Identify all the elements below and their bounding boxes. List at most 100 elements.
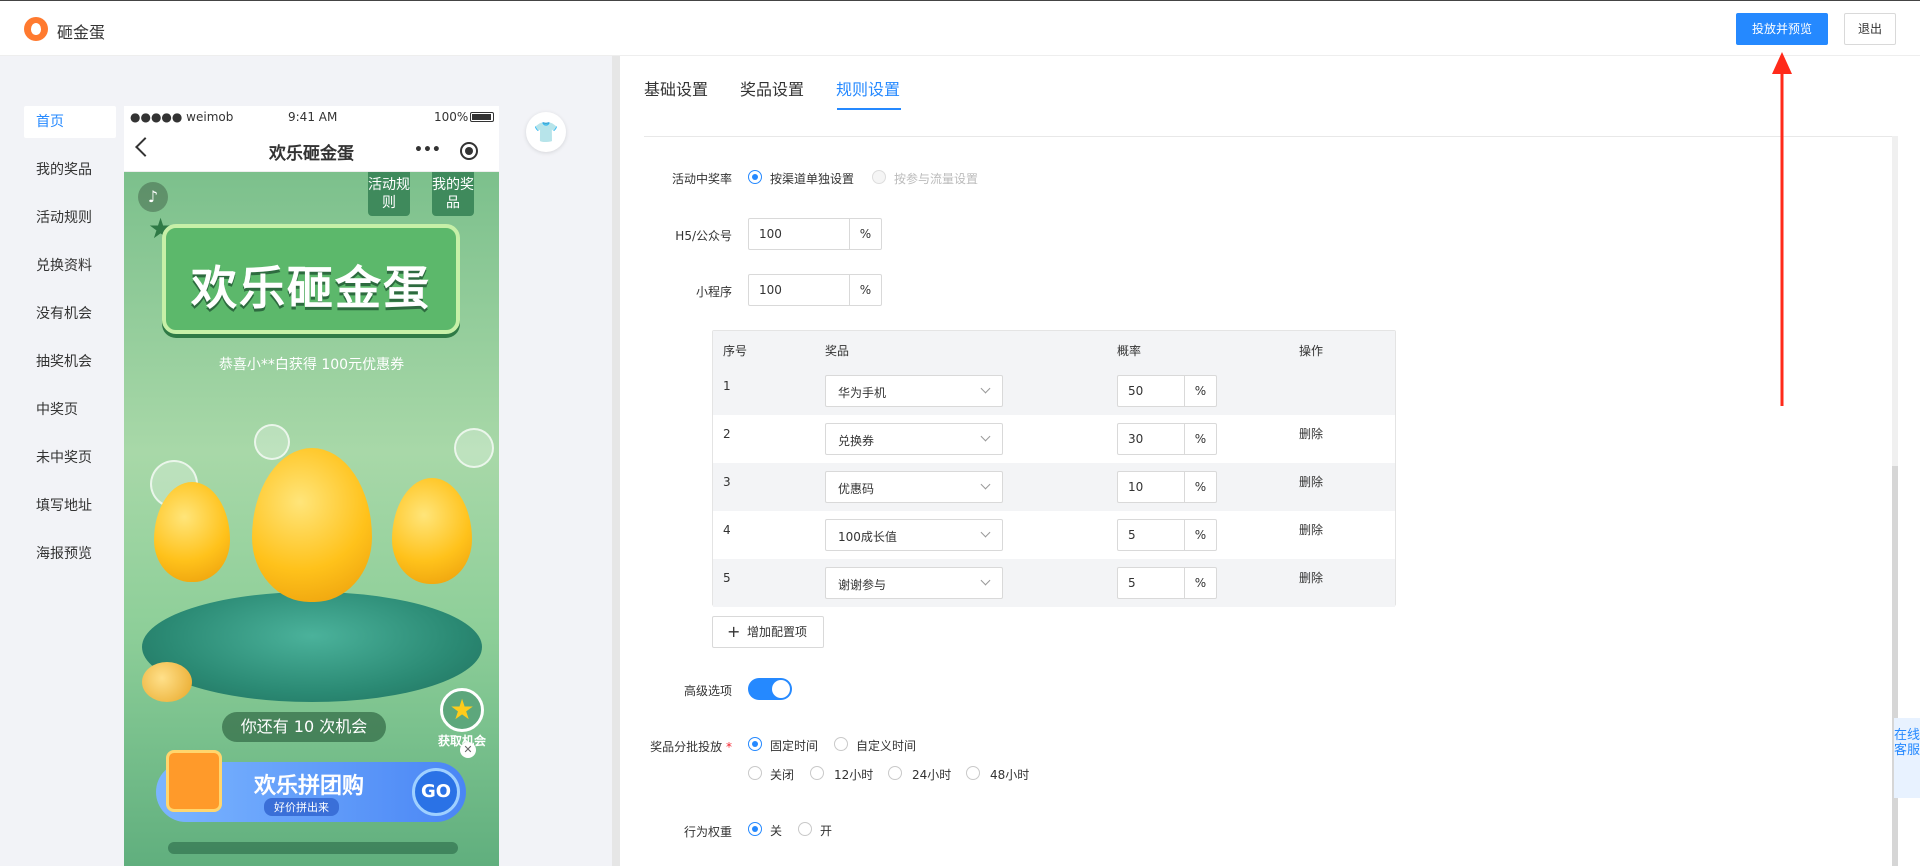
nav-item-draw-chance[interactable]: 抽奖机会 bbox=[24, 346, 116, 394]
prize-select[interactable]: 兑换券 bbox=[825, 423, 1003, 455]
battery-text: 100% bbox=[434, 110, 469, 124]
panel-scrollbar-thumb[interactable] bbox=[1892, 466, 1898, 866]
nav-item-rules[interactable]: 活动规则 bbox=[24, 202, 116, 250]
delete-link[interactable]: 删除 bbox=[1299, 425, 1323, 442]
advanced-options-toggle[interactable] bbox=[748, 678, 792, 700]
probability-input[interactable] bbox=[1118, 424, 1184, 454]
prize-select[interactable]: 100成长值 bbox=[825, 519, 1003, 551]
theme-shirt-icon[interactable]: 👕 bbox=[526, 112, 566, 152]
winner-marquee: 恭喜小**白获得 100元优惠券 bbox=[218, 357, 405, 373]
h5-rate-input[interactable] bbox=[749, 219, 849, 249]
probability-input[interactable] bbox=[1118, 472, 1184, 502]
batch-custom-time-label[interactable]: 自定义时间 bbox=[856, 737, 916, 754]
win-rate-by-channel-radio[interactable] bbox=[748, 170, 762, 184]
battery-icon bbox=[470, 112, 494, 122]
nav-item-my-prizes[interactable]: 我的奖品 bbox=[24, 154, 116, 202]
coin-bubble-icon bbox=[254, 424, 290, 460]
nav-item-redeem-info[interactable]: 兑换资料 bbox=[24, 250, 116, 298]
music-icon[interactable]: ♪ bbox=[138, 182, 168, 212]
my-prizes-tag-button[interactable]: 我的奖品 bbox=[432, 172, 474, 216]
prize-select[interactable]: 谢谢参与 bbox=[825, 567, 1003, 599]
nav-item-win-page[interactable]: 中奖页 bbox=[24, 394, 116, 442]
probability-unit: % bbox=[1184, 424, 1216, 454]
interval-48h-radio[interactable] bbox=[966, 766, 980, 780]
add-config-item-button[interactable]: + 增加配置项 bbox=[712, 616, 824, 648]
weight-off-label[interactable]: 关 bbox=[770, 822, 782, 839]
phone-nav-bar: 欢乐砸金蛋 ••• bbox=[124, 128, 499, 172]
probability-unit: % bbox=[1184, 376, 1216, 406]
win-rate-by-channel-label[interactable]: 按渠道单独设置 bbox=[770, 170, 854, 187]
required-mark: * bbox=[726, 740, 732, 754]
weight-off-radio[interactable] bbox=[748, 822, 762, 836]
banner-title: 欢乐砸金蛋 bbox=[191, 261, 431, 315]
get-chances-button[interactable]: ★ 获取机会 bbox=[432, 688, 492, 749]
tab-rule-settings[interactable]: 规则设置 bbox=[836, 76, 900, 100]
probability-field: % bbox=[1117, 375, 1217, 407]
delete-link[interactable]: 删除 bbox=[1299, 521, 1323, 538]
nav-item-home[interactable]: 首页 bbox=[24, 106, 116, 138]
batch-fixed-time-radio[interactable] bbox=[748, 737, 762, 751]
golden-egg-center[interactable] bbox=[252, 448, 372, 602]
nav-item-address[interactable]: 填写地址 bbox=[24, 490, 116, 538]
interval-48h-label[interactable]: 48小时 bbox=[990, 766, 1029, 783]
nav-item-no-chance[interactable]: 没有机会 bbox=[24, 298, 116, 346]
probability-input[interactable] bbox=[1118, 376, 1184, 406]
chevron-down-icon bbox=[980, 383, 991, 394]
rules-tag-button[interactable]: 活动规则 bbox=[368, 172, 410, 216]
online-service-tab[interactable]: 在线客服 bbox=[1894, 718, 1920, 798]
weight-on-radio[interactable] bbox=[798, 822, 812, 836]
column-header-prize: 奖品 bbox=[825, 344, 850, 358]
row-number: 5 bbox=[723, 571, 731, 585]
batch-fixed-time-label[interactable]: 固定时间 bbox=[770, 737, 818, 754]
nav-item-lose-page[interactable]: 未中奖页 bbox=[24, 442, 116, 490]
settings-panel: 基础设置 奖品设置 规则设置 活动中奖率 按渠道单独设置 按参与流量设置 H5/… bbox=[620, 56, 1920, 866]
prize-select[interactable]: 优惠码 bbox=[825, 471, 1003, 503]
probability-unit: % bbox=[1184, 472, 1216, 502]
interval-off-label[interactable]: 关闭 bbox=[770, 766, 794, 783]
h5-rate-unit: % bbox=[849, 219, 881, 249]
exit-button[interactable]: 退出 bbox=[1844, 13, 1896, 45]
publish-preview-button[interactable]: 投放并预览 bbox=[1736, 13, 1828, 45]
nav-item-poster-preview[interactable]: 海报预览 bbox=[24, 538, 116, 586]
interval-24h-radio[interactable] bbox=[888, 766, 902, 780]
app-title: 砸金蛋 bbox=[57, 23, 106, 42]
tabs-divider bbox=[644, 136, 1896, 137]
table-row: 5 谢谢参与 % 删除 bbox=[713, 559, 1395, 607]
probability-input[interactable] bbox=[1118, 520, 1184, 550]
table-header: 序号 奖品 概率 操作 bbox=[713, 331, 1395, 367]
active-tab-indicator bbox=[837, 108, 901, 110]
probability-unit: % bbox=[1184, 520, 1216, 550]
remaining-chances: 你还有 10 次机会 bbox=[222, 712, 386, 742]
prize-select[interactable]: 华为手机 bbox=[825, 375, 1003, 407]
weight-on-label[interactable]: 开 bbox=[820, 822, 832, 839]
h5-rate-field: % bbox=[748, 218, 882, 250]
interval-24h-label[interactable]: 24小时 bbox=[912, 766, 951, 783]
mini-program-rate-input[interactable] bbox=[749, 275, 849, 305]
interval-off-radio[interactable] bbox=[748, 766, 762, 780]
chevron-down-icon bbox=[980, 527, 991, 538]
promo-close-icon[interactable]: ✕ bbox=[460, 742, 476, 758]
row-number: 1 bbox=[723, 379, 731, 393]
add-config-item-label: 增加配置项 bbox=[747, 625, 808, 639]
batch-custom-time-radio[interactable] bbox=[834, 737, 848, 751]
mini-program-capsule: ••• bbox=[404, 136, 492, 166]
promo-go-button[interactable]: GO bbox=[412, 768, 460, 816]
close-target-icon[interactable] bbox=[460, 142, 478, 160]
interval-12h-radio[interactable] bbox=[810, 766, 824, 780]
golden-egg-left[interactable] bbox=[154, 482, 230, 582]
prize-select-value: 华为手机 bbox=[838, 386, 887, 400]
probability-input[interactable] bbox=[1118, 568, 1184, 598]
more-icon[interactable]: ••• bbox=[414, 142, 441, 158]
chevron-down-icon bbox=[980, 575, 991, 586]
golden-egg-right[interactable] bbox=[392, 478, 472, 584]
probability-field: % bbox=[1117, 519, 1217, 551]
interval-12h-label[interactable]: 12小时 bbox=[834, 766, 873, 783]
tab-basic-settings[interactable]: 基础设置 bbox=[644, 76, 708, 100]
group-buy-promo-banner[interactable]: 欢乐拼团购 好价拼出来 GO bbox=[156, 750, 466, 822]
delete-link[interactable]: 删除 bbox=[1299, 569, 1323, 586]
egg-pedestal bbox=[142, 592, 482, 702]
tab-prize-settings[interactable]: 奖品设置 bbox=[740, 76, 804, 100]
delete-link[interactable]: 删除 bbox=[1299, 473, 1323, 490]
column-header-action: 操作 bbox=[1299, 344, 1324, 358]
table-row: 1 华为手机 % bbox=[713, 367, 1395, 415]
